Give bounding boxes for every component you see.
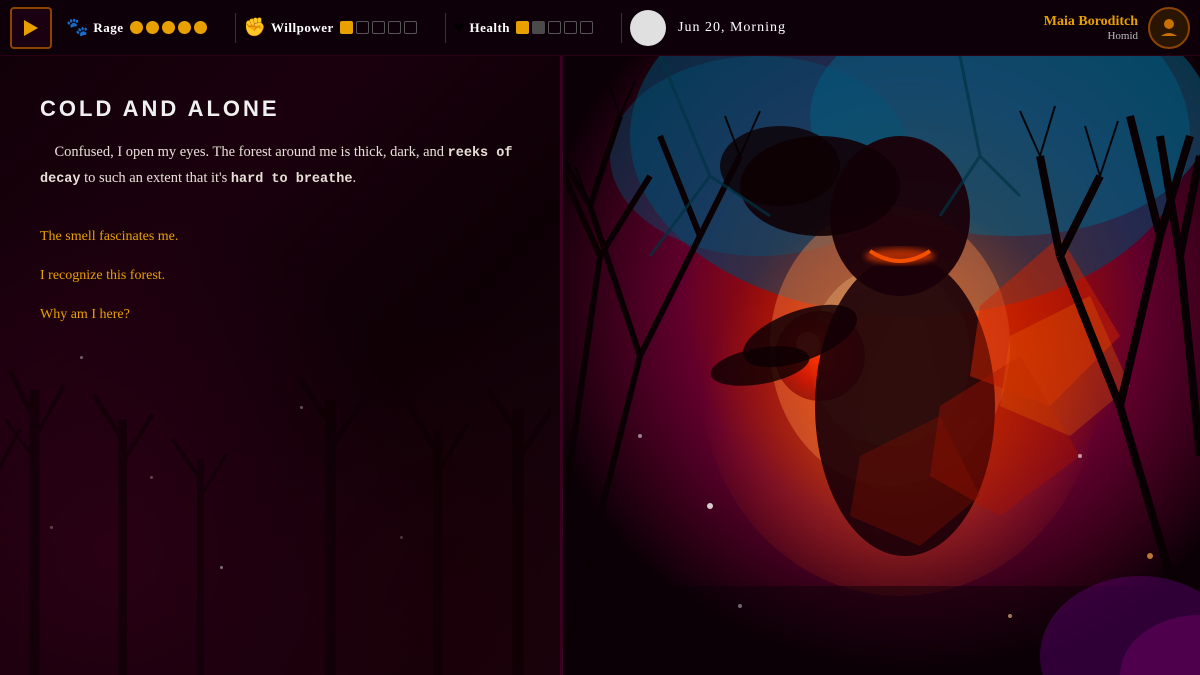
character-info: Maia Boroditch Homid (1044, 7, 1190, 49)
scene-illustration (560, 56, 1200, 675)
highlight-breathe: hard to breathe (231, 172, 353, 187)
rage-pips (130, 21, 207, 34)
rage-icon: 🐾 (66, 17, 88, 38)
health-label: Health (469, 20, 510, 36)
health-pip-5 (580, 21, 593, 34)
sparkle-3 (300, 406, 303, 409)
health-pip-4 (564, 21, 577, 34)
sparkle-1 (80, 356, 83, 359)
sparkle-2 (150, 476, 153, 479)
left-panel: Cold and Alone Confused, I open my eyes.… (0, 56, 560, 675)
character-avatar[interactable] (1148, 7, 1190, 49)
willpower-stat: ✊ Willpower (244, 17, 417, 38)
character-name: Maia Boroditch (1044, 14, 1138, 30)
health-stat: ♥ Health (454, 17, 593, 38)
separator-2 (445, 13, 446, 43)
choice-2[interactable]: I recognize this forest. (40, 261, 525, 290)
choice-3[interactable]: Why am I here? (40, 300, 525, 329)
main-content: Cold and Alone Confused, I open my eyes.… (0, 56, 1200, 675)
rage-pip-4 (178, 21, 191, 34)
sparkle-4 (400, 536, 403, 539)
date-display: Jun 20, Morning (678, 20, 786, 36)
willpower-pips (340, 21, 417, 34)
rage-pip-1 (130, 21, 143, 34)
health-icon: ♥ (454, 17, 465, 38)
sparkle-5 (220, 566, 223, 569)
top-bar: 🐾 Rage ✊ Willpower ♥ Health (0, 0, 1200, 56)
choice-1[interactable]: The smell fascinates me. (40, 222, 525, 251)
rage-pip-5 (194, 21, 207, 34)
rage-label: Rage (93, 20, 123, 36)
rage-pip-3 (162, 21, 175, 34)
narrative-text: Confused, I open my eyes. The forest aro… (40, 140, 525, 192)
choices-list: The smell fascinates me. I recognize thi… (40, 222, 525, 329)
right-panel-illustration (560, 56, 1200, 675)
character-name-group: Maia Boroditch Homid (1044, 14, 1138, 42)
health-pips (516, 21, 593, 34)
sparkle-6 (50, 526, 53, 529)
willpower-pip-4 (388, 21, 401, 34)
rage-pip-2 (146, 21, 159, 34)
willpower-pip-1 (340, 21, 353, 34)
willpower-label: Willpower (271, 20, 334, 36)
willpower-pip-2 (356, 21, 369, 34)
willpower-pip-3 (372, 21, 385, 34)
health-pip-2 (532, 21, 545, 34)
separator-1 (235, 13, 236, 43)
willpower-icon: ✊ (244, 17, 266, 38)
health-pip-1 (516, 21, 529, 34)
willpower-pip-5 (404, 21, 417, 34)
character-type: Homid (1044, 30, 1138, 42)
separator-3 (621, 13, 622, 43)
menu-button[interactable] (10, 7, 52, 49)
rage-stat: 🐾 Rage (66, 17, 207, 38)
chapter-title: Cold and Alone (40, 96, 525, 122)
moon-phase-indicator (630, 10, 666, 46)
health-pip-3 (548, 21, 561, 34)
